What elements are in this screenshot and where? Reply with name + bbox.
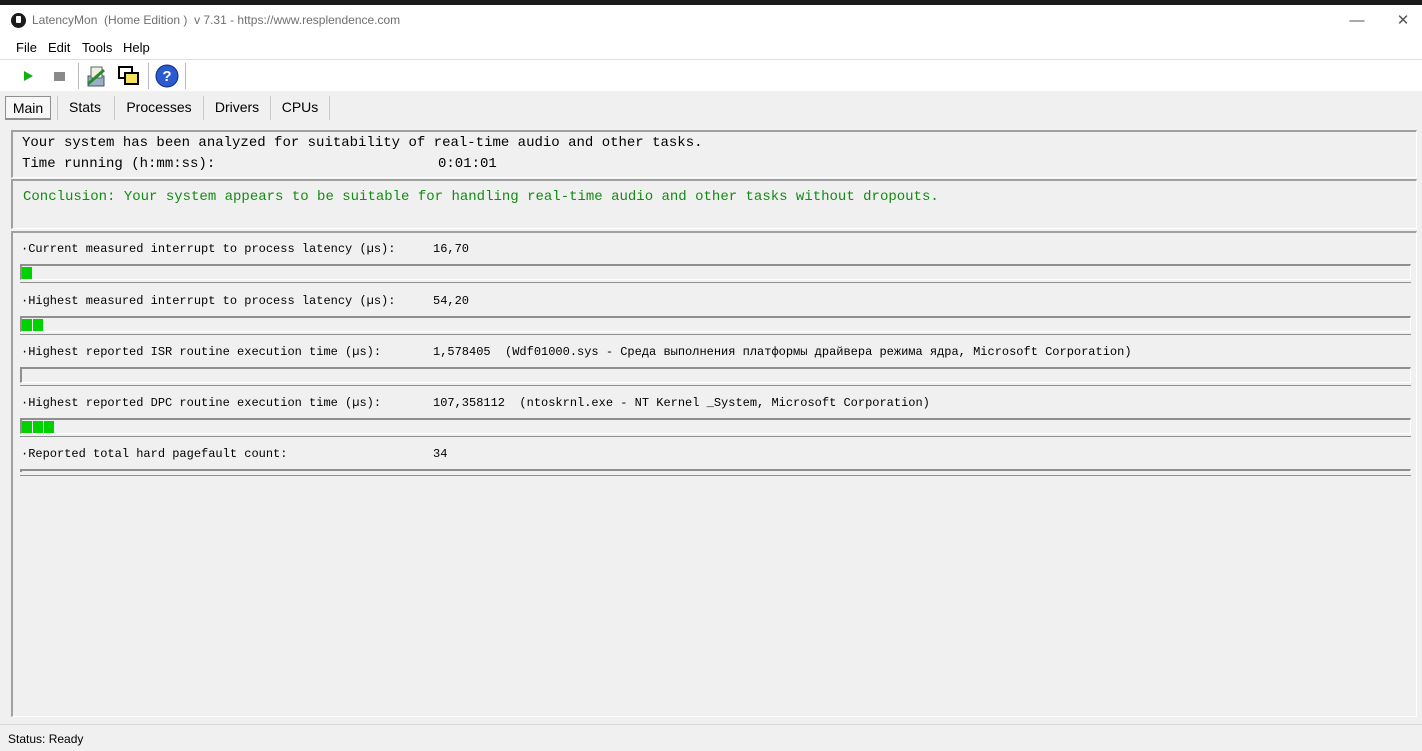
menu-bar: File Edit Tools Help [0,36,1422,59]
time-running-value: 0:01:01 [438,156,497,172]
toolbar-separator-3 [185,63,186,89]
minimize-icon-holder [1335,5,1381,36]
metric-label: ·Reported total hard pagefault count: [21,447,288,461]
meter-segment [33,319,43,331]
metric-value: 16,70 [433,242,470,256]
stop-icon[interactable] [48,64,72,88]
summary-panel: Your system has been analyzed for suitab… [11,130,1417,178]
metric-label: ·Highest reported ISR routine execution … [21,345,382,359]
meter-segment [44,421,54,433]
tab-bar: Main Stats Processes Drivers CPUs [0,91,1422,125]
meter-segment [22,267,32,279]
windows-glyph [118,66,139,85]
latency-meter [20,367,1411,386]
menu-help[interactable]: Help [123,40,150,55]
window-title: LatencyMon (Home Edition ) v 7.31 - http… [32,13,401,27]
tab-separator [203,96,204,120]
tab-stats[interactable]: Stats [62,96,108,120]
menu-edit[interactable]: Edit [48,40,70,55]
svg-text:?: ? [162,68,171,85]
toolbar: ? [0,59,1422,92]
metric-value: 34 [433,447,448,461]
pagefault-divider [20,469,1411,476]
metric-label: ·Current measured interrupt to process l… [21,242,396,256]
report-icon[interactable] [85,64,109,88]
time-running-label: Time running (h:mm:ss): [22,156,216,172]
play-icon[interactable] [16,64,40,88]
metric-label: ·Highest measured interrupt to process l… [21,294,396,308]
tab-separator [114,96,115,120]
menu-tools[interactable]: Tools [82,40,112,55]
latency-meter [20,264,1411,283]
report-glyph [87,66,105,87]
status-divider [0,724,1422,725]
tab-separator [329,96,330,120]
menu-file[interactable]: File [16,40,37,55]
tab-cpus[interactable]: CPUs [275,96,325,120]
metric-value: 1,578405 (Wdf01000.sys - Среда выполнени… [433,345,1132,359]
close-button[interactable]: ✕ [1380,5,1422,36]
stop-glyph [54,72,65,81]
latency-meter [20,316,1411,335]
meter-segment [22,319,32,331]
tab-separator [270,96,271,120]
summary-line: Your system has been analyzed for suitab… [22,135,703,151]
toolbar-separator [78,63,79,89]
tab-main[interactable]: Main [5,96,51,120]
windows-icon[interactable] [117,64,141,88]
tab-drivers[interactable]: Drivers [208,96,266,120]
app-icon [11,13,26,28]
help-glyph: ? [155,64,179,88]
help-icon[interactable]: ? [155,64,179,88]
toolbar-separator-2 [148,63,149,89]
title-bar[interactable]: LatencyMon (Home Edition ) v 7.31 - http… [0,5,1422,36]
meter-segment [33,421,43,433]
play-glyph [24,71,33,81]
status-bar: Status: Ready [8,732,84,746]
latency-meter [20,418,1411,437]
tab-processes[interactable]: Processes [120,96,198,120]
conclusion-text: Conclusion: Your system appears to be su… [23,189,939,205]
conclusion-panel: Conclusion: Your system appears to be su… [11,179,1417,229]
metric-value: 107,358112 (ntoskrnl.exe - NT Kernel _Sy… [433,396,930,410]
meter-segment [22,421,32,433]
tab-separator [57,96,58,120]
metric-value: 54,20 [433,294,470,308]
metrics-panel: ·Current measured interrupt to process l… [11,231,1417,717]
metric-label: ·Highest reported DPC routine execution … [21,396,382,410]
app-window: LatencyMon (Home Edition ) v 7.31 - http… [0,5,1422,751]
